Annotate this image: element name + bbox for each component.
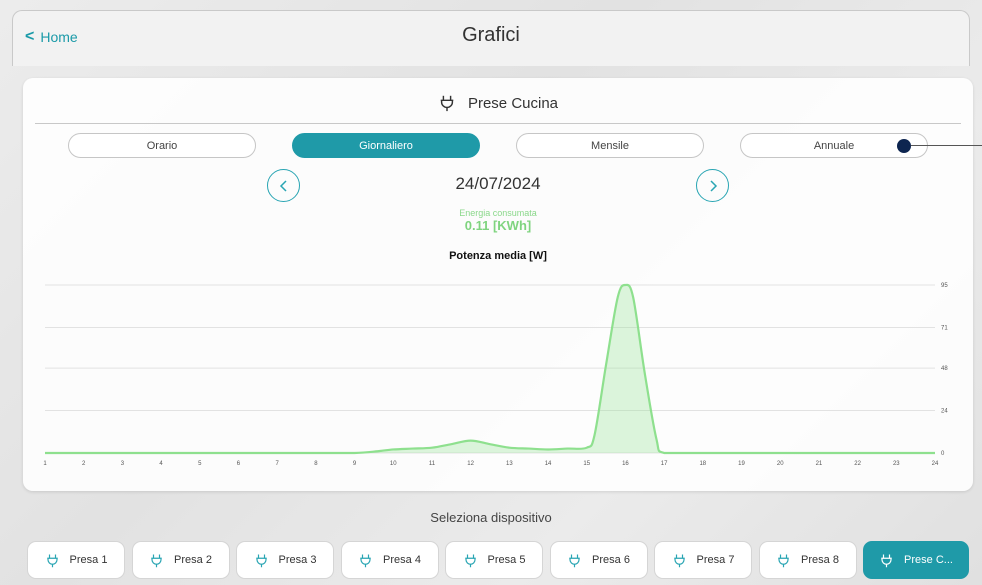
x-tick-label: 24 xyxy=(932,461,939,467)
device-button-label: Presa 6 xyxy=(592,554,630,566)
plug-icon xyxy=(440,95,454,112)
device-button-label: Presa 4 xyxy=(383,554,421,566)
device-name: Prese Cucina xyxy=(467,94,559,112)
tab-mensile[interactable]: Mensile xyxy=(516,133,704,158)
x-tick-label: 5 xyxy=(198,461,202,467)
device-button-label: Presa 8 xyxy=(801,554,839,566)
device-button-label: Presa 3 xyxy=(278,554,317,566)
x-tick-label: 10 xyxy=(390,461,397,467)
page-title: Grafici xyxy=(462,24,520,46)
x-tick-label: 13 xyxy=(506,461,513,467)
header-divider xyxy=(35,123,961,124)
device-button-4[interactable]: Presa 4 xyxy=(340,541,439,579)
x-tick-label: 4 xyxy=(159,461,163,467)
y-tick-label: 48 xyxy=(941,366,948,372)
device-button-6[interactable]: Presa 6 xyxy=(549,541,648,579)
plug-icon xyxy=(881,554,892,567)
device-selector: Presa 1 Presa 2 Presa 3 Presa 4 Presa 5 Presa… xyxy=(27,541,972,579)
device-button-1[interactable]: Presa 1 xyxy=(27,541,125,579)
next-date-button[interactable] xyxy=(696,169,729,202)
x-tick-label: 3 xyxy=(121,461,125,467)
power-chart: 0244871951 2 3 4 5 6 7 8 9 10 11 12 13 14 15 16 17 18 19 20… xyxy=(43,283,948,467)
device-button-5[interactable]: Presa 5 xyxy=(445,541,543,579)
annotation-line xyxy=(911,145,982,146)
x-tick-label: 14 xyxy=(545,461,552,467)
tab-giornaliero[interactable]: Giornaliero xyxy=(292,133,480,158)
x-tick-label: 12 xyxy=(467,461,474,467)
device-button-label: Presa 5 xyxy=(487,554,526,566)
x-tick-label: 20 xyxy=(777,461,784,467)
plug-icon xyxy=(464,554,476,567)
y-tick-label: 0 xyxy=(941,451,945,457)
tab-orario[interactable]: Orario xyxy=(68,133,256,158)
x-tick-label: 18 xyxy=(699,461,706,467)
x-tick-label: 17 xyxy=(661,461,668,467)
device-button-2[interactable]: Presa 2 xyxy=(131,541,230,579)
device-selector-label: Seleziona dispositivo xyxy=(430,510,552,525)
x-tick-label: 22 xyxy=(854,461,861,467)
chart-card: Prese Cucina Orario Giornaliero Mensile … xyxy=(23,78,982,491)
chevron-right-icon xyxy=(709,179,717,192)
x-tick-label: 1 xyxy=(43,461,47,467)
y-tick-label: 71 xyxy=(941,325,948,331)
device-button-8[interactable]: Presa 8 xyxy=(758,541,857,579)
chart-title: Potenza media [W] xyxy=(449,250,547,262)
annotation-marker xyxy=(897,139,911,153)
plug-icon xyxy=(46,554,58,567)
energy-value: 0.11 [KWh] xyxy=(464,218,532,233)
x-tick-label: 21 xyxy=(816,461,823,467)
x-tick-label: 11 xyxy=(429,461,436,467)
x-tick-label: 6 xyxy=(237,461,241,467)
device-button-label: Prese C... xyxy=(904,554,953,566)
x-tick-label: 8 xyxy=(314,461,318,467)
plug-icon xyxy=(778,554,789,567)
x-tick-label: 7 xyxy=(276,461,280,467)
device-header: Prese Cucina xyxy=(23,94,973,112)
plug-icon xyxy=(255,554,267,567)
period-tabs: Orario Giornaliero Mensile Annuale xyxy=(68,133,928,158)
x-tick-label: 19 xyxy=(738,461,745,467)
x-tick-label: 16 xyxy=(622,461,629,467)
device-button-3[interactable]: Presa 3 xyxy=(236,541,334,579)
y-tick-label: 24 xyxy=(941,409,948,415)
series-line xyxy=(45,283,935,455)
device-button-label: Presa 7 xyxy=(696,554,735,566)
device-button-label: Presa 1 xyxy=(69,554,108,566)
x-tick-label: 2 xyxy=(82,461,86,467)
plug-icon xyxy=(673,554,685,567)
date-label: 24/07/2024 xyxy=(455,174,541,193)
plug-icon xyxy=(569,554,580,567)
plug-icon xyxy=(151,554,162,567)
plug-icon xyxy=(360,554,371,567)
y-tick-label: 95 xyxy=(941,283,948,289)
x-tick-label: 15 xyxy=(583,461,590,467)
device-button-7[interactable]: Presa 7 xyxy=(654,541,752,579)
top-bar: < Home Grafici xyxy=(12,10,970,66)
device-button-label: Presa 2 xyxy=(174,554,212,566)
x-tick-label: 23 xyxy=(893,461,900,467)
device-button-9[interactable]: Prese C... xyxy=(863,541,969,579)
x-tick-label: 9 xyxy=(353,461,357,467)
series-area xyxy=(45,284,935,453)
energy-label: Energia consumata xyxy=(459,208,537,218)
